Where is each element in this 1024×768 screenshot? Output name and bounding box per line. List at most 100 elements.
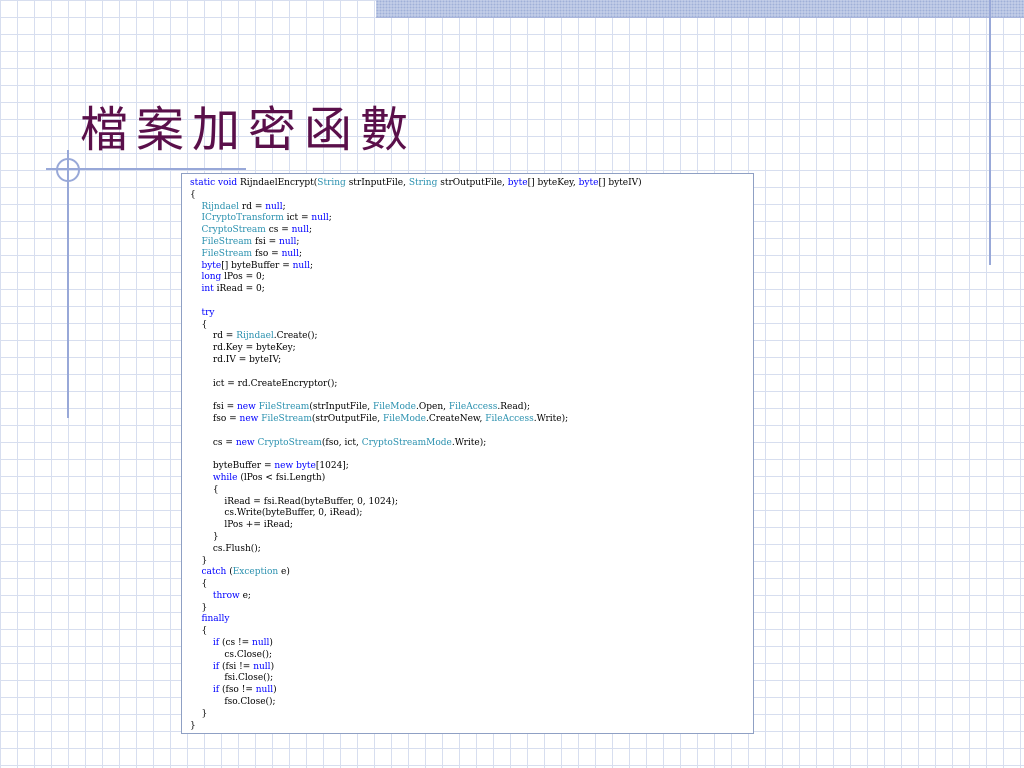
code-line: CryptoStream cs = null; [190,225,642,237]
code-text: { [190,484,219,495]
code-line: } [190,721,642,733]
code-line: ict = rd.CreateEncryptor(); [190,379,642,391]
code-line: } [190,709,642,721]
code-keyword: null [279,236,297,247]
code-line: long lPos = 0; [190,272,642,284]
code-line: fso = new FileStream(strOutputFile, File… [190,414,642,426]
code-text: ; [328,213,332,224]
code-type-name: Rijndael [236,331,274,342]
code-keyword: null [253,661,271,672]
code-text: ) [270,661,275,672]
code-line: } [190,556,642,568]
code-keyword: null [291,225,309,236]
code-line: cs.Flush(); [190,544,642,556]
code-text: fso = [252,248,282,259]
code-keyword: try [201,307,215,318]
code-text: ; [309,260,314,271]
code-text: .CreateNew, [426,413,486,424]
code-text: iRead = 0; [213,284,265,295]
code-line: cs.Write(byteBuffer, 0, iRead); [190,508,642,520]
code-text: rd = [190,331,237,342]
code-type-name: CryptoStream [201,225,266,236]
code-line: byteBuffer = new byte[1024]; [190,461,642,473]
code-text: fso = [190,413,240,424]
code-type-name: FileMode [382,413,427,424]
code-text: cs.Close(); [190,649,273,660]
code-line: rd.Key = byteKey; [190,343,642,355]
code-text: lPos += iRead; [190,520,293,531]
code-keyword: null [311,213,329,224]
code-line: ​ [190,296,642,308]
code-listing: static void RijndaelEncrypt(String strIn… [190,178,642,732]
code-type-name: FileStream [201,248,253,259]
code-line: fsi = new FileStream(strInputFile, FileM… [190,402,642,414]
code-text: e; [239,590,251,601]
code-line: { [190,626,642,638]
code-type-name: Rijndael [201,201,240,212]
code-line: { [190,190,642,202]
code-line: { [190,485,642,497]
code-line: Rijndael rd = null; [190,202,642,214]
code-text: fsi = [252,236,280,247]
code-line: catch (Exception e) [190,567,642,579]
code-keyword: byte [296,461,316,472]
code-text: { [190,579,208,590]
code-text: (fso, ict, [321,437,362,448]
code-line: static void RijndaelEncrypt(String strIn… [190,178,642,190]
code-keyword: byte [201,260,222,271]
code-line: rd = Rijndael.Create(); [190,331,642,343]
code-text: } [190,531,219,542]
code-line: while (lPos < fsi.Length) [190,473,642,485]
code-type-name: FileAccess [485,413,534,424]
code-keyword: long [201,272,222,283]
code-text: byteBuffer = [190,461,275,472]
code-text: [] byteIV) [598,178,642,188]
code-text: } [190,555,208,566]
code-line: } [190,603,642,615]
code-text: fsi = [190,402,237,413]
code-type-name: Exception [232,567,279,578]
code-line: if (fsi != null) [190,662,642,674]
code-type-name: FileStream [201,236,253,247]
code-text: { [190,189,196,200]
code-line: fsi.Close(); [190,673,642,685]
code-text: rd.IV = byteIV; [190,354,282,365]
code-text: [] byteKey, [527,178,579,188]
code-line: FileStream fsi = null; [190,237,642,249]
code-text: { [190,319,208,330]
code-text: (cs != [219,638,253,649]
code-line: { [190,579,642,591]
code-text: RijndaelEncrypt( [237,178,318,188]
code-text: (fsi != [219,661,254,672]
code-text: } [190,602,208,613]
code-line: { [190,320,642,332]
code-line: if (fso != null) [190,685,642,697]
code-type-name: FileStream [258,402,310,413]
code-text: } [190,720,196,731]
code-line: if (cs != null) [190,638,642,650]
code-text: ) [273,685,277,696]
code-text: (fso != [219,685,256,696]
code-keyword: new [236,402,256,413]
code-keyword: new [235,437,255,448]
code-line: fso.Close(); [190,697,642,709]
code-text: (strInputFile, [309,402,373,413]
code-type-name: FileMode [372,402,417,413]
code-text: ; [296,236,300,247]
code-text: [] byteBuffer = [221,260,293,271]
code-line: int iRead = 0; [190,284,642,296]
code-type-name: CryptoStreamMode [361,437,452,448]
code-text: .Write); [451,437,487,448]
code-text: ) [269,638,273,649]
code-line: cs.Close(); [190,650,642,662]
code-text: ict = rd.CreateEncryptor(); [190,378,338,389]
code-text: fso.Close(); [190,697,276,708]
code-text: lPos = 0; [221,272,265,283]
code-text: } [190,708,208,719]
